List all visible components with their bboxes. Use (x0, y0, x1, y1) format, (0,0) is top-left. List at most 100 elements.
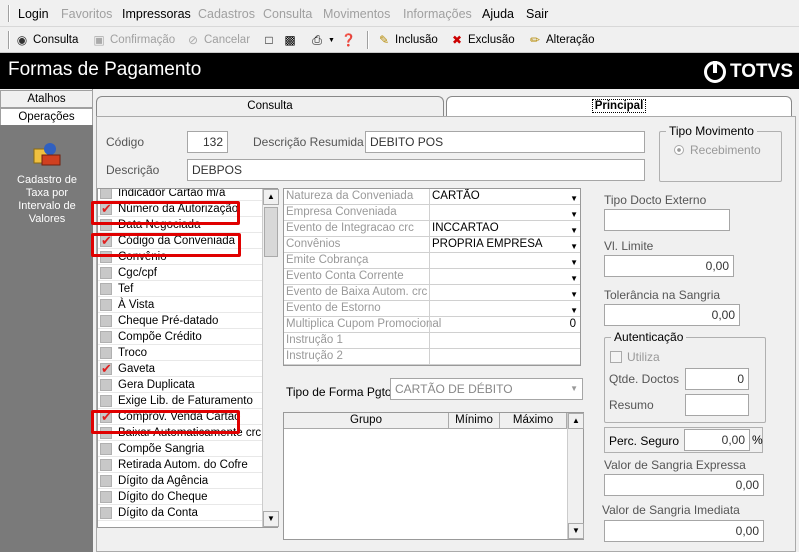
checklist-item[interactable]: Indicador Cartao m/a (98, 189, 262, 201)
tipo-docto-field[interactable] (604, 209, 730, 231)
codigo-field[interactable]: 132 (187, 131, 228, 153)
scroll-thumb[interactable] (264, 207, 278, 257)
confirmacao-button[interactable]: ▣ Confirmação (92, 31, 175, 49)
checkbox-icon[interactable] (100, 395, 112, 407)
save-as-button[interactable]: ▩ (283, 31, 297, 49)
col-minimo[interactable]: Mínimo (449, 413, 500, 429)
chevron-down-icon[interactable]: ▼ (570, 223, 578, 238)
chevron-down-icon[interactable]: ▼ (570, 207, 578, 222)
checkmark-icon[interactable]: ✔ (100, 362, 112, 375)
scroll-up-icon[interactable]: ▲ (263, 189, 279, 205)
table-scrollbar[interactable]: ▲ ▼ (567, 413, 584, 539)
checkbox-icon[interactable] (100, 189, 112, 199)
chevron-down-icon[interactable]: ▼ (570, 303, 578, 318)
checklist-item[interactable]: Compõe Crédito (98, 329, 262, 345)
menu-sair[interactable]: Sair (526, 7, 548, 21)
descricao-field[interactable]: DEBPOS (187, 159, 645, 181)
table-header: Grupo Mínimo Máximo (284, 413, 567, 429)
checklist-item[interactable]: Troco (98, 345, 262, 361)
menu-login[interactable]: Login (18, 7, 49, 21)
tab-operacoes[interactable]: Operações (0, 108, 93, 126)
checklist-item[interactable]: Tef (98, 281, 262, 297)
recebimento-radio[interactable]: Recebimento (674, 143, 761, 157)
checkbox-icon[interactable] (100, 507, 112, 519)
property-value[interactable] (429, 333, 580, 349)
checklist-item[interactable]: Exige Lib. de Faturamento (98, 393, 262, 409)
property-value[interactable]: 0 (429, 317, 580, 333)
scroll-up-icon[interactable]: ▲ (568, 413, 584, 429)
property-value[interactable]: PROPRIA EMPRESA ▼ (429, 237, 580, 253)
new-document-button[interactable]: □ (262, 31, 276, 49)
inclusao-button[interactable]: ✎ Inclusão (377, 31, 438, 49)
tab-principal[interactable]: Principal (446, 96, 792, 116)
chevron-down-icon[interactable]: ▼ (570, 255, 578, 270)
checkbox-icon[interactable] (100, 331, 112, 343)
print-button[interactable]: ⎙ ▼ (310, 31, 335, 49)
checklist-item[interactable]: ✔ Gaveta (98, 361, 262, 377)
scroll-down-icon[interactable]: ▼ (263, 511, 279, 527)
checkbox-icon[interactable] (100, 283, 112, 295)
utiliza-checkbox[interactable]: Utiliza (610, 350, 660, 364)
chevron-down-icon[interactable]: ▼ (570, 287, 578, 302)
exclusao-button[interactable]: ✖ Exclusão (450, 31, 515, 49)
property-value[interactable]: CARTÃO ▼ (429, 189, 580, 205)
alteracao-button[interactable]: ✏ Alteração (528, 31, 595, 49)
perc-seguro-field[interactable]: 0,00 (684, 429, 750, 451)
checklist-item[interactable]: Compõe Sangria (98, 441, 262, 457)
checklist-item[interactable]: Dígito da Agência (98, 473, 262, 489)
cancelar-button[interactable]: ⊘ Cancelar (186, 31, 250, 49)
help-button[interactable]: ❓ (341, 31, 356, 49)
tab-consulta[interactable]: Consulta (96, 96, 444, 116)
qtde-docs-field[interactable]: 0 (685, 368, 749, 390)
vl-limite-field[interactable]: 0,00 (604, 255, 734, 277)
checklist-scrollbar[interactable]: ▲ ▼ (262, 189, 279, 527)
property-key: Convênios (286, 238, 341, 250)
checkbox-icon[interactable] (100, 315, 112, 327)
tipo-forma-select[interactable]: CARTÃO DE DÉBITO ▼ (390, 378, 583, 400)
property-value[interactable]: ▼ (429, 301, 580, 317)
checklist-item[interactable]: Cheque Pré-datado (98, 313, 262, 329)
checklist-item[interactable]: Dígito do Cheque (98, 489, 262, 505)
checkbox-icon[interactable] (100, 347, 112, 359)
cadastro-taxa-shortcut-icon[interactable] (30, 139, 64, 169)
consulta-button[interactable]: ◉ Consulta (15, 31, 79, 49)
sangria-imediata-field[interactable]: 0,00 (604, 520, 764, 542)
menu-movimentos[interactable]: Movimentos (323, 7, 390, 21)
tolerancia-field[interactable]: 0,00 (604, 304, 740, 326)
menu-cadastros[interactable]: Cadastros (198, 7, 255, 21)
menu-ajuda[interactable]: Ajuda (482, 7, 514, 21)
property-value[interactable]: ▼ (429, 253, 580, 269)
menu-informacoes[interactable]: Informações (403, 7, 472, 21)
chevron-down-icon[interactable]: ▼ (570, 239, 578, 254)
desc-resumida-field[interactable]: DEBITO POS (365, 131, 645, 153)
col-grupo[interactable]: Grupo (284, 413, 449, 429)
col-maximo[interactable]: Máximo (500, 413, 567, 429)
chevron-down-icon[interactable]: ▼ (570, 271, 578, 286)
sangria-expressa-field[interactable]: 0,00 (604, 474, 764, 496)
checklist-item[interactable]: Dígito da Conta (98, 505, 262, 521)
checkbox-icon[interactable] (100, 491, 112, 503)
menu-favoritos[interactable]: Favoritos (61, 7, 112, 21)
checklist-item[interactable]: Cgc/cpf (98, 265, 262, 281)
checklist-item[interactable]: À Vista (98, 297, 262, 313)
cadastro-taxa-shortcut-label[interactable]: Cadastro de Taxa por Intervalo de Valore… (4, 174, 90, 226)
property-value[interactable]: ▼ (429, 285, 580, 301)
menu-consulta[interactable]: Consulta (263, 7, 312, 21)
scroll-down-icon[interactable]: ▼ (568, 523, 584, 539)
checkbox-icon[interactable] (100, 443, 112, 455)
property-value[interactable]: INCCARTAO ▼ (429, 221, 580, 237)
property-value[interactable] (429, 349, 580, 365)
checklist-item[interactable]: Gera Duplicata (98, 377, 262, 393)
property-value[interactable]: ▼ (429, 269, 580, 285)
tab-atalhos[interactable]: Atalhos (0, 90, 93, 108)
checklist-item[interactable]: Retirada Autom. do Cofre (98, 457, 262, 473)
resumo-field[interactable] (685, 394, 749, 416)
chevron-down-icon[interactable]: ▼ (570, 191, 578, 206)
menu-impressoras[interactable]: Impressoras (122, 7, 191, 21)
checkbox-icon[interactable] (100, 267, 112, 279)
checkbox-icon[interactable] (100, 459, 112, 471)
property-value[interactable]: ▼ (429, 205, 580, 221)
checkbox-icon[interactable] (100, 379, 112, 391)
checkbox-icon[interactable] (100, 475, 112, 487)
checkbox-icon[interactable] (100, 299, 112, 311)
